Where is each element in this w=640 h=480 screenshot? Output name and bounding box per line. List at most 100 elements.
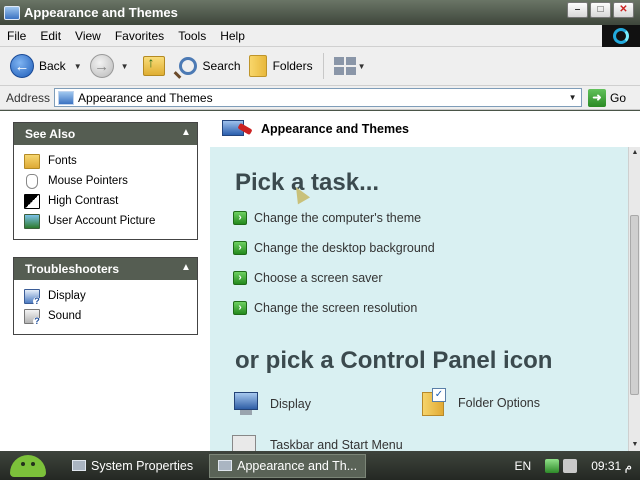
sound-help-icon (24, 308, 41, 326)
scroll-up-icon[interactable]: ▲ (629, 147, 640, 159)
task-content: Pick a task... › Change the computer's t… (210, 147, 628, 451)
back-label: Back (39, 59, 66, 73)
forward-dropdown-icon[interactable]: ▼ (121, 62, 129, 71)
troubleshooters-panel: Troubleshooters ▲ Display Sound (13, 257, 198, 335)
views-button[interactable]: ▼ (330, 50, 370, 82)
task-arrow-icon: › (233, 271, 247, 285)
address-label: Address (6, 90, 51, 105)
cp-item-label: Taskbar and Start Menu (270, 438, 403, 451)
window-icon (218, 460, 233, 471)
troubleshooters-header[interactable]: Troubleshooters ▲ (14, 258, 197, 280)
user-picture-icon (24, 213, 40, 229)
task-change-theme[interactable]: › Change the computer's theme (233, 211, 421, 225)
vertical-scrollbar[interactable]: ▲ ▼ (628, 147, 640, 451)
category-header: Appearance and Themes (210, 111, 640, 147)
menu-bar: File Edit View Favorites Tools Help (0, 25, 640, 47)
up-folder-icon (142, 54, 165, 76)
troubleshooter-item-label: Sound (48, 310, 82, 322)
task-label: Change the screen resolution (254, 301, 418, 315)
address-input[interactable]: Appearance and Themes ▼ (54, 88, 583, 107)
close-button[interactable]: ✕ (613, 2, 634, 18)
menu-edit[interactable]: Edit (33, 29, 68, 43)
folders-label: Folders (272, 59, 313, 73)
see-also-header[interactable]: See Also ▲ (14, 123, 197, 145)
see-also-item-label: Mouse Pointers (48, 175, 128, 187)
throbber-icon (613, 28, 629, 44)
cp-item-label: Folder Options (458, 396, 540, 410)
high-contrast-icon (24, 193, 40, 209)
cp-item-label: Display (270, 397, 311, 411)
cp-item-display[interactable]: Display (232, 390, 311, 418)
back-button[interactable]: ← Back ▼ (6, 50, 86, 82)
task-arrow-icon: › (233, 211, 247, 225)
forward-button[interactable]: → ▼ (86, 50, 133, 82)
clock: 09:31 م (591, 458, 632, 473)
search-button[interactable]: Search (175, 50, 245, 82)
up-button[interactable] (133, 50, 175, 82)
folders-icon (248, 55, 267, 77)
forward-arrow-icon: → (89, 54, 114, 78)
task-label: Change the computer's theme (254, 211, 422, 225)
see-also-title: See Also (25, 127, 76, 141)
scroll-thumb[interactable] (630, 215, 639, 395)
menu-view[interactable]: View (68, 29, 108, 43)
category-title: Appearance and Themes (261, 122, 409, 136)
android-logo-icon (10, 454, 46, 477)
search-icon (178, 57, 197, 75)
language-indicator[interactable]: EN (515, 459, 532, 473)
troubleshooters-title: Troubleshooters (25, 262, 120, 276)
search-label: Search (202, 59, 241, 73)
taskbar-item-appearance[interactable]: Appearance and Th... (209, 453, 367, 478)
control-panel-icon (58, 90, 75, 105)
network-icon[interactable] (545, 458, 560, 473)
back-dropdown-icon[interactable]: ▼ (74, 62, 82, 71)
views-icon (333, 57, 356, 75)
task-screen-saver[interactable]: › Choose a screen saver (233, 271, 383, 285)
title-bar: Appearance and Themes – □ ✕ (0, 0, 640, 25)
volume-icon[interactable] (563, 458, 578, 473)
mouse-icon (26, 173, 38, 189)
taskbar-item-system-properties[interactable]: System Properties (64, 454, 201, 478)
menu-tools[interactable]: Tools (171, 29, 213, 43)
see-also-item-high-contrast[interactable]: High Contrast (24, 191, 197, 211)
views-dropdown-icon: ▼ (357, 61, 366, 71)
see-also-panel: See Also ▲ Fonts Mouse Pointers High Con… (13, 122, 198, 240)
see-also-item-label: High Contrast (48, 195, 119, 207)
see-also-item-fonts[interactable]: Fonts (24, 151, 197, 171)
scroll-down-icon[interactable]: ▼ (629, 439, 640, 451)
task-arrow-icon: › (233, 241, 247, 255)
cp-item-folder-options[interactable]: ✓ Folder Options (422, 388, 540, 418)
see-also-item-mouse-pointers[interactable]: Mouse Pointers (24, 171, 197, 191)
troubleshooter-item-display[interactable]: Display (24, 286, 197, 306)
menu-help[interactable]: Help (213, 29, 252, 43)
windows-logo (602, 25, 640, 47)
menu-file[interactable]: File (0, 29, 33, 43)
toolbar-separator (322, 53, 324, 79)
taskbar: System Properties Appearance and Th... E… (0, 451, 640, 480)
system-tray: EN 09:31 م (515, 451, 640, 480)
maximize-button[interactable]: □ (590, 2, 611, 18)
menu-favorites[interactable]: Favorites (108, 29, 171, 43)
go-label: Go (610, 90, 627, 105)
address-dropdown-icon[interactable]: ▼ (565, 90, 580, 105)
folder-options-icon: ✓ (422, 388, 448, 418)
taskbar-icon (232, 435, 256, 451)
collapse-icon[interactable]: ▲ (180, 127, 192, 139)
go-button[interactable]: ➜ Go (588, 88, 627, 107)
address-value: Appearance and Themes (78, 90, 213, 105)
collapse-icon[interactable]: ▲ (180, 262, 192, 274)
cp-item-taskbar[interactable]: Taskbar and Start Menu (232, 435, 403, 451)
minimize-button[interactable]: – (567, 2, 588, 18)
control-panel-icon (4, 5, 20, 20)
troubleshooter-item-label: Display (48, 290, 86, 302)
start-button[interactable] (0, 451, 56, 480)
see-also-item-label: Fonts (48, 155, 77, 167)
see-also-item-user-account-picture[interactable]: User Account Picture (24, 211, 197, 231)
task-screen-resolution[interactable]: › Change the screen resolution (233, 301, 417, 315)
folders-button[interactable]: Folders (245, 50, 317, 82)
toolbar: ← Back ▼ → ▼ Search Folders ▼ (0, 47, 640, 86)
window-controls: – □ ✕ (567, 2, 634, 18)
task-change-background[interactable]: › Change the desktop background (233, 241, 435, 255)
troubleshooter-item-sound[interactable]: Sound (24, 306, 197, 326)
taskbar-item-label: System Properties (91, 458, 194, 473)
